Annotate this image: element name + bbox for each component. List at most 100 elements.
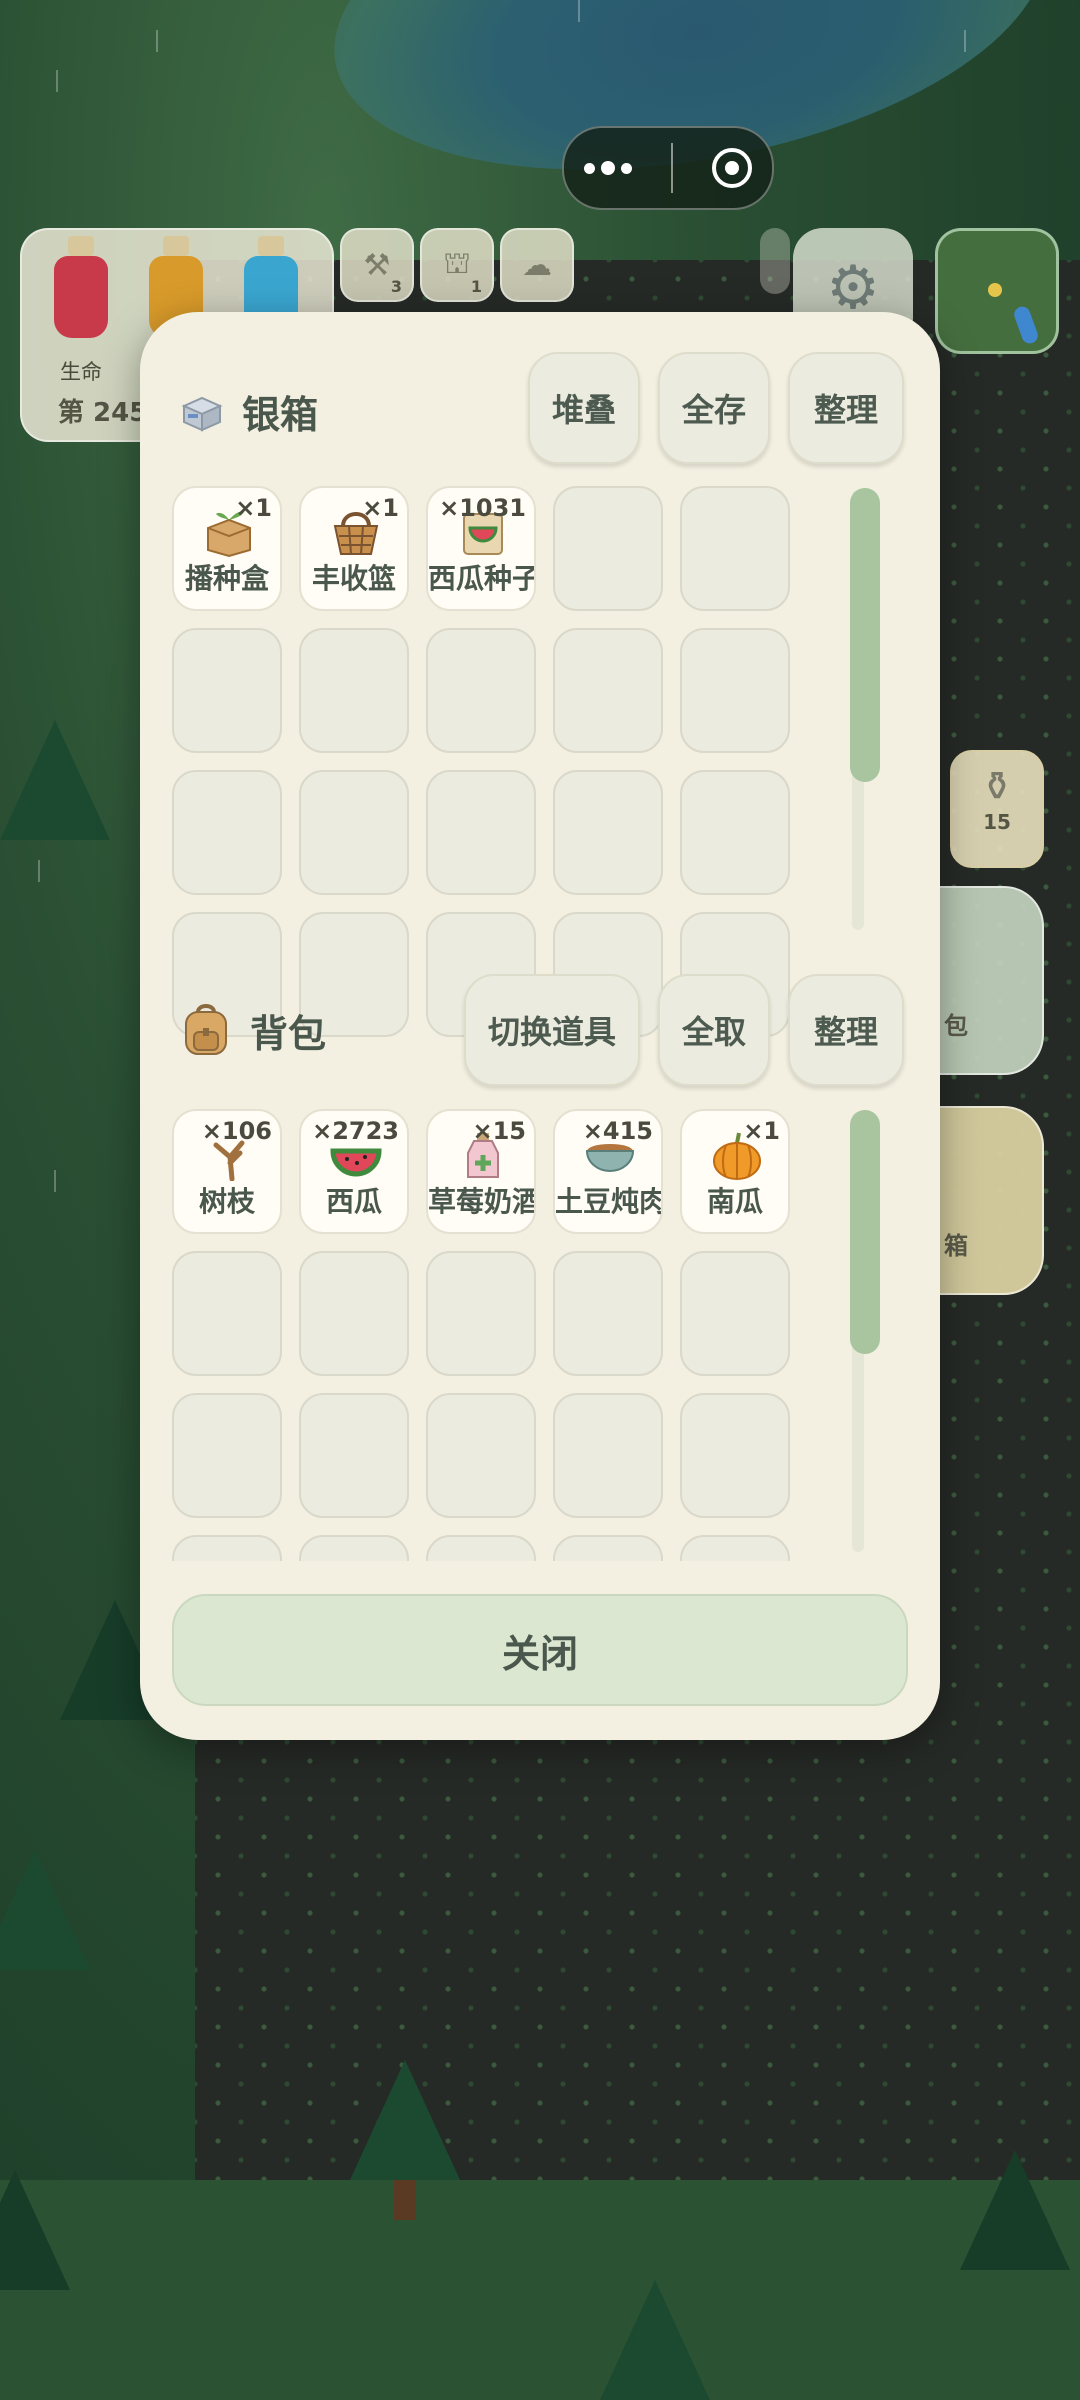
item-slot[interactable]: ×2723 西瓜 <box>299 1109 409 1234</box>
backpack-scroll-thumb[interactable] <box>850 1110 880 1354</box>
sort-backpack-button[interactable]: 整理 <box>788 974 904 1086</box>
empty-slot[interactable] <box>426 770 536 895</box>
item-slot[interactable]: ×1031 西瓜种子 <box>426 486 536 611</box>
empty-slot[interactable] <box>680 1251 790 1376</box>
chest-side-label: 箱 <box>944 1232 968 1260</box>
item-name: 西瓜种子 <box>428 562 534 595</box>
tree-icon <box>0 2170 70 2290</box>
beehive-icon: ⛫ <box>443 245 471 281</box>
rain-drop <box>964 30 966 52</box>
potion-bottle-icon: ⚱ <box>980 764 1014 810</box>
shortcut-count: 1 <box>470 277 482 296</box>
empty-slot[interactable] <box>680 628 790 753</box>
empty-slot[interactable] <box>426 628 536 753</box>
rain-drop <box>54 1170 56 1192</box>
sort-chest-button[interactable]: 整理 <box>788 352 904 464</box>
item-qty: ×1 <box>362 494 399 522</box>
chest-title: 银箱 <box>242 393 319 437</box>
rain-cloud-icon: ☁ <box>522 247 552 283</box>
item-slot[interactable]: ×106 树枝 <box>172 1109 282 1234</box>
take-all-button[interactable]: 全取 <box>658 974 770 1086</box>
life-bottle-icon <box>54 236 108 338</box>
item-slot[interactable]: ×415 土豆炖肉 <box>553 1109 663 1234</box>
empty-slot[interactable] <box>553 1393 663 1518</box>
empty-slot[interactable] <box>553 628 663 753</box>
tool-icon: ⚒ <box>363 247 391 283</box>
empty-slot[interactable] <box>426 1393 536 1518</box>
stack-button[interactable]: 堆叠 <box>528 352 640 464</box>
rain-drop <box>156 30 158 52</box>
item-qty: ×1031 <box>439 494 526 522</box>
item-slot[interactable]: ×1 丰收篮 <box>299 486 409 611</box>
item-slot[interactable]: ×15 草莓奶酒 <box>426 1109 536 1234</box>
rain-drop <box>56 70 58 92</box>
empty-slot[interactable] <box>553 1251 663 1376</box>
tree-trunk <box>394 2180 416 2220</box>
rain-drop <box>38 860 40 882</box>
minimap-water <box>1011 304 1041 346</box>
backpack-title: 背包 <box>250 1011 327 1056</box>
potion-quick-slot[interactable]: ⚱ 15 <box>950 750 1044 868</box>
empty-slot[interactable] <box>680 1535 790 1561</box>
item-name: 西瓜 <box>325 1185 382 1218</box>
empty-slot[interactable] <box>299 1393 409 1518</box>
potion-count: 15 <box>983 810 1011 834</box>
close-program-icon[interactable] <box>712 148 753 188</box>
empty-slot[interactable] <box>553 1535 663 1561</box>
item-name: 土豆炖肉 <box>555 1185 661 1218</box>
item-qty: ×1 <box>235 494 272 522</box>
chest-scroll-thumb[interactable] <box>850 488 880 782</box>
item-name: 树枝 <box>198 1185 255 1218</box>
close-button[interactable]: 关闭 <box>172 1594 908 1706</box>
tree-icon <box>0 720 110 840</box>
menu-capsule <box>562 126 774 210</box>
item-qty: ×415 <box>582 1117 653 1145</box>
empty-slot[interactable] <box>680 486 790 611</box>
empty-slot[interactable] <box>172 1393 282 1518</box>
hud-pill <box>760 228 790 294</box>
tool-shortcut-button[interactable]: ⚒ 3 <box>340 228 414 302</box>
item-name: 播种盒 <box>184 562 269 595</box>
item-qty: ×1 <box>743 1117 780 1145</box>
backpack-grid[interactable]: ×106 树枝 ×2723 西瓜 ×15 草莓奶酒 ×415 土豆炖肉 ×1 南… <box>172 1109 792 1561</box>
item-slot[interactable]: ×1 南瓜 <box>680 1109 790 1234</box>
item-name: 南瓜 <box>706 1185 763 1218</box>
empty-slot[interactable] <box>299 770 409 895</box>
backpack-side-label: 包 <box>944 1012 968 1040</box>
switch-items-button[interactable]: 切换道具 <box>464 974 640 1086</box>
tree-icon <box>0 1850 90 1970</box>
more-icon[interactable] <box>583 161 632 175</box>
rain-drop <box>578 0 580 22</box>
tree-icon <box>960 2150 1070 2270</box>
empty-slot[interactable] <box>172 628 282 753</box>
empty-slot[interactable] <box>553 770 663 895</box>
empty-slot[interactable] <box>172 1251 282 1376</box>
empty-slot[interactable] <box>426 1535 536 1561</box>
empty-slot[interactable] <box>172 770 282 895</box>
item-qty: ×2723 <box>312 1117 399 1145</box>
empty-slot[interactable] <box>299 1535 409 1561</box>
empty-slot[interactable] <box>426 1251 536 1376</box>
empty-slot[interactable] <box>680 1393 790 1518</box>
empty-slot[interactable] <box>299 628 409 753</box>
minimap[interactable] <box>935 228 1059 354</box>
beehive-shortcut-button[interactable]: ⛫ 1 <box>420 228 494 302</box>
player-marker <box>988 283 1002 297</box>
item-name: 丰收篮 <box>311 562 396 595</box>
day-counter: 第 245 <box>58 398 148 428</box>
tree-icon <box>600 2280 710 2400</box>
tree-icon <box>350 2060 460 2180</box>
empty-slot[interactable] <box>553 486 663 611</box>
weather-button[interactable]: ☁ <box>500 228 574 302</box>
backpack-icon <box>185 1004 227 1055</box>
empty-slot[interactable] <box>299 1251 409 1376</box>
backpack-header: 背包 <box>180 1002 326 1058</box>
storage-dialog: 银箱 堆叠 全存 整理 ×1 播种盒 ×1 丰收篮 ×1031 西瓜种子 背包 … <box>140 312 940 1740</box>
empty-slot[interactable] <box>172 1535 282 1561</box>
item-slot[interactable]: ×1 播种盒 <box>172 486 282 611</box>
stat-label: 生命 <box>60 360 102 384</box>
empty-slot[interactable] <box>680 770 790 895</box>
item-name: 草莓奶酒 <box>428 1185 534 1218</box>
chest-header: 银箱 <box>180 384 318 439</box>
store-all-button[interactable]: 全存 <box>658 352 770 464</box>
